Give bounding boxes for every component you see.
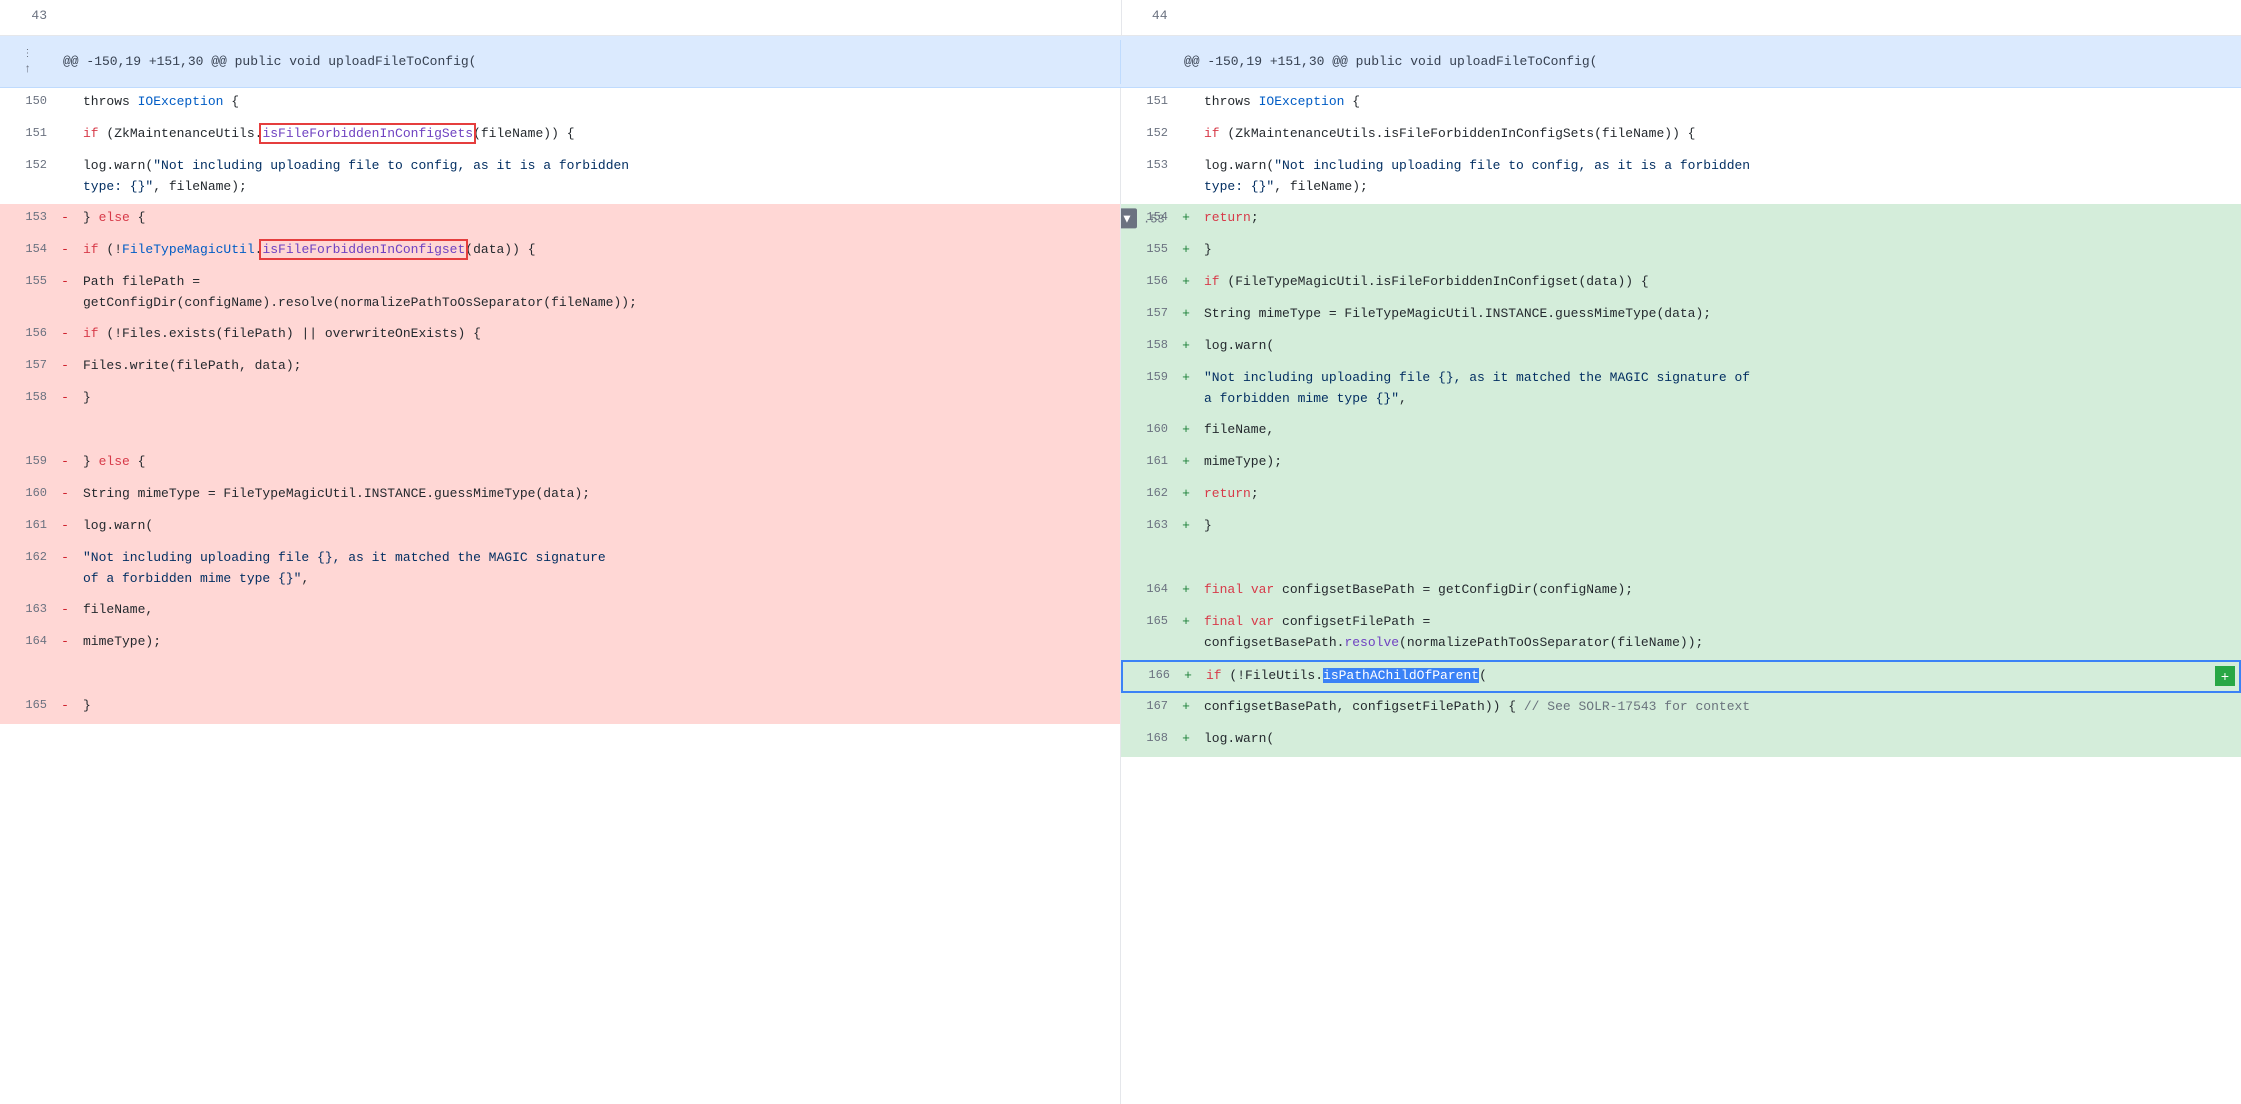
right-row-167: 167 + configsetBasePath, configsetFilePa… [1121, 693, 2241, 725]
left-row-157: 157 - Files.write(filePath, data); [0, 352, 1120, 384]
context-text-right: @@ -150,19 +151,30 @@ public void upload… [1176, 50, 2241, 73]
left-top-line-num: 43 [0, 0, 55, 35]
left-row-164: 164 - mimeType); [0, 628, 1120, 660]
left-row-150: 150 throws IOException { [0, 88, 1120, 120]
right-row-154: + ▼ .53 154 + return; [1121, 204, 2241, 236]
expand-up-icon[interactable]: ⋮ [23, 48, 33, 60]
right-row-162: 162 + return; [1121, 480, 2241, 512]
right-row-165: 165 + final var configsetFilePath = conf… [1121, 608, 2241, 660]
left-row-152: 152 log.warn("Not including uploading fi… [0, 152, 1120, 204]
right-row-156: 156 + if (FileTypeMagicUtil.isFileForbid… [1121, 268, 2241, 300]
left-row-159: 159 - } else { [0, 448, 1120, 480]
left-row-153: 153 - } else { [0, 204, 1120, 236]
left-row-151: 151 if (ZkMaintenanceUtils.isFileForbidd… [0, 120, 1120, 152]
right-row-160: 160 + fileName, [1121, 416, 2241, 448]
left-row-165: 165 - } [0, 692, 1120, 724]
right-row-161: 161 + mimeType); [1121, 448, 2241, 480]
right-row-155: 155 + } [1121, 236, 2241, 268]
left-row-156: 156 - if (!Files.exists(filePath) || ove… [0, 320, 1120, 352]
right-row-151: 151 throws IOException { [1121, 88, 2241, 120]
diff-right: 151 throws IOException { 152 if (ZkMaint… [1121, 88, 2241, 1104]
right-row-158: 158 + log.warn( [1121, 332, 2241, 364]
diff-context-header: ⋮ ↑ @@ -150,19 +151,30 @@ public void up… [0, 36, 2241, 88]
left-row-163: 163 - fileName, [0, 596, 1120, 628]
left-row-160: 160 - String mimeType = FileTypeMagicUti… [0, 480, 1120, 512]
right-row-159: 159 + "Not including uploading file {}, … [1121, 364, 2241, 416]
left-row-158: 158 - } [0, 384, 1120, 416]
right-row-157: 157 + String mimeType = FileTypeMagicUti… [1121, 300, 2241, 332]
right-row-152: 152 if (ZkMaintenanceUtils.isFileForbidd… [1121, 120, 2241, 152]
right-top-line-num: 44 [1121, 0, 1176, 35]
left-row-empty2 [0, 660, 1120, 692]
right-row-163: 163 + } [1121, 512, 2241, 544]
right-row-153: 153 log.warn("Not including uploading fi… [1121, 152, 2241, 204]
context-text-left: @@ -150,19 +151,30 @@ public void upload… [55, 50, 1120, 73]
left-row-empty1 [0, 416, 1120, 448]
right-row-164: 164 + final var configsetBasePath = getC… [1121, 576, 2241, 608]
diff-body: 150 throws IOException { 151 if (ZkMaint… [0, 88, 2241, 1104]
right-row-166: 166 + if (!FileUtils.isPathAChildOfParen… [1121, 660, 2241, 693]
expand-line-button[interactable]: ▼ [1121, 208, 1137, 228]
right-add-button[interactable]: + [2215, 666, 2235, 686]
diff-container: 43 44 ⋮ ↑ @@ -150,19 +151,30 @@ public v… [0, 0, 2241, 1104]
expand-down-icon[interactable]: ↑ [24, 62, 31, 76]
left-row-161: 161 - log.warn( [0, 512, 1120, 544]
diff-left: 150 throws IOException { 151 if (ZkMaint… [0, 88, 1121, 1104]
left-row-155: 155 - Path filePath = getConfigDir(confi… [0, 268, 1120, 320]
left-row-154: 154 - if (!FileTypeMagicUtil.isFileForbi… [0, 236, 1120, 268]
left-row-162: 162 - "Not including uploading file {}, … [0, 544, 1120, 596]
right-row-empty1 [1121, 544, 2241, 576]
right-row-168: 168 + log.warn( [1121, 725, 2241, 757]
